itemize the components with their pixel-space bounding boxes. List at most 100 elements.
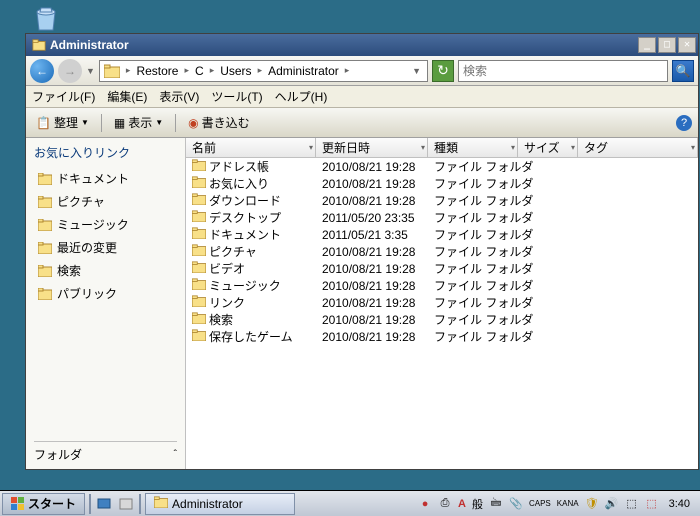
organize-button[interactable]: 📋 整理 ▼ (32, 112, 93, 133)
document-icon (38, 173, 52, 185)
breadcrumb-part[interactable]: Restore (136, 64, 178, 78)
col-name[interactable]: 名前▾ (186, 138, 316, 157)
desktop: Administrator _ □ ✕ ← → ▼ ▸ Restore▸ C▸ … (0, 0, 700, 490)
search-go-button[interactable]: 🔍 (672, 60, 694, 82)
search-input[interactable] (463, 64, 663, 78)
tray-icon[interactable]: 🖮 (489, 497, 503, 511)
tray-icon[interactable]: 📎 (509, 497, 523, 511)
system-tray: ● ⎙ A 般 🖮 📎 CAPS KANA 🛡 🔊 ⬚ ⬚ 3:40 (414, 496, 698, 512)
file-row[interactable]: デスクトップ2011/05/20 23:35ファイル フォルダ (186, 209, 698, 226)
search-box[interactable] (458, 60, 668, 82)
menu-tools[interactable]: ツール(T) (211, 88, 262, 105)
recycle-bin-icon[interactable] (30, 2, 70, 32)
file-row[interactable]: 保存したゲーム2010/08/21 19:28ファイル フォルダ (186, 328, 698, 345)
nav-dropdown-icon[interactable]: ▼ (86, 66, 95, 76)
caps-indicator[interactable]: CAPS (529, 499, 551, 508)
organize-icon: 📋 (36, 116, 51, 130)
quick-launch-desktop[interactable] (95, 495, 113, 513)
music-icon (38, 219, 52, 231)
forward-button[interactable]: → (58, 59, 82, 83)
taskbar-item-explorer[interactable]: Administrator (145, 493, 295, 515)
sidebar-link-search[interactable]: 検索 (34, 259, 177, 282)
burn-button[interactable]: ◉ 書き込む (184, 112, 254, 133)
col-date[interactable]: 更新日時▾ (316, 138, 428, 157)
tray-icon[interactable]: ⎙ (438, 497, 452, 511)
search-icon (38, 265, 52, 277)
refresh-button[interactable]: ↻ (432, 60, 454, 82)
folder-icon (192, 244, 206, 259)
sidebar-link-recent[interactable]: 最近の変更 (34, 236, 177, 259)
folder-icon (154, 496, 168, 511)
sidebar-heading: お気に入りリンク (34, 144, 177, 161)
menubar: ファイル(F) 編集(E) 表示(V) ツール(T) ヘルプ(H) (26, 86, 698, 108)
public-icon (38, 288, 52, 300)
sidebar-link-music[interactable]: ミュージック (34, 213, 177, 236)
file-list: 名前▾ 更新日時▾ 種類▾ サイズ▾ タグ▾ アドレス帳2010/08/21 1… (186, 138, 698, 469)
folder-icon (104, 64, 120, 78)
file-row[interactable]: お気に入り2010/08/21 19:28ファイル フォルダ (186, 175, 698, 192)
ime-mode[interactable]: 般 (472, 496, 483, 512)
menu-view[interactable]: 表示(V) (159, 88, 199, 105)
col-type[interactable]: 種類▾ (428, 138, 518, 157)
clock[interactable]: 3:40 (665, 498, 694, 510)
folder-icon (192, 312, 206, 327)
views-button[interactable]: ▦ 表示 ▼ (110, 112, 167, 133)
titlebar[interactable]: Administrator _ □ ✕ (26, 34, 698, 56)
taskbar: スタート Administrator ● ⎙ A 般 🖮 📎 CAPS KANA… (0, 490, 700, 516)
security-icon[interactable]: 🛡 (585, 497, 599, 511)
sidebar: お気に入りリンク ドキュメントピクチャミュージック最近の変更検索パブリック フォ… (26, 138, 186, 469)
breadcrumb-part[interactable]: C (195, 64, 204, 78)
maximize-button[interactable]: □ (658, 37, 676, 53)
menu-file[interactable]: ファイル(F) (32, 88, 95, 105)
folder-icon (192, 227, 206, 242)
content-area: お気に入りリンク ドキュメントピクチャミュージック最近の変更検索パブリック フォ… (26, 138, 698, 469)
tray-icon[interactable]: ● (418, 497, 432, 511)
folder-icon (192, 295, 206, 310)
help-button[interactable]: ? (676, 115, 692, 131)
sidebar-link-document[interactable]: ドキュメント (34, 167, 177, 190)
file-row[interactable]: ピクチャ2010/08/21 19:28ファイル フォルダ (186, 243, 698, 260)
views-icon: ▦ (114, 116, 125, 130)
folder-icon (192, 159, 206, 174)
minimize-button[interactable]: _ (638, 37, 656, 53)
folder-icon (192, 210, 206, 225)
col-size[interactable]: サイズ▾ (518, 138, 578, 157)
start-button[interactable]: スタート (2, 493, 85, 515)
sidebar-link-public[interactable]: パブリック (34, 282, 177, 305)
col-tags[interactable]: タグ▾ (578, 138, 698, 157)
file-row[interactable]: ミュージック2010/08/21 19:28ファイル フォルダ (186, 277, 698, 294)
file-row[interactable]: ドキュメント2011/05/21 3:35ファイル フォルダ (186, 226, 698, 243)
file-row[interactable]: ビデオ2010/08/21 19:28ファイル フォルダ (186, 260, 698, 277)
windows-flag-icon (11, 497, 25, 511)
file-row[interactable]: アドレス帳2010/08/21 19:28ファイル フォルダ (186, 158, 698, 175)
breadcrumb[interactable]: ▸ Restore▸ C▸ Users▸ Administrator▸ ▼ (99, 60, 428, 82)
back-button[interactable]: ← (30, 59, 54, 83)
folder-icon (192, 329, 206, 344)
network-icon[interactable]: ⬚ (645, 497, 659, 511)
ime-a[interactable]: A (458, 498, 466, 510)
folder-icon (192, 193, 206, 208)
explorer-window: Administrator _ □ ✕ ← → ▼ ▸ Restore▸ C▸ … (25, 33, 699, 470)
nav-toolbar: ← → ▼ ▸ Restore▸ C▸ Users▸ Administrator… (26, 56, 698, 86)
window-icon (32, 38, 46, 52)
menu-help[interactable]: ヘルプ(H) (275, 88, 328, 105)
file-row[interactable]: 検索2010/08/21 19:28ファイル フォルダ (186, 311, 698, 328)
tray-icon[interactable]: ⬚ (625, 497, 639, 511)
breadcrumb-part[interactable]: Users (220, 64, 251, 78)
file-row[interactable]: ダウンロード2010/08/21 19:28ファイル フォルダ (186, 192, 698, 209)
quick-launch-item[interactable] (117, 495, 135, 513)
menu-edit[interactable]: 編集(E) (107, 88, 147, 105)
command-toolbar: 📋 整理 ▼ ▦ 表示 ▼ ◉ 書き込む ? (26, 108, 698, 138)
close-button[interactable]: ✕ (678, 37, 696, 53)
breadcrumb-part[interactable]: Administrator (268, 64, 339, 78)
sidebar-link-pictures[interactable]: ピクチャ (34, 190, 177, 213)
folder-icon (192, 261, 206, 276)
folders-pane-toggle[interactable]: フォルダ ˆ (34, 441, 177, 463)
recent-icon (38, 242, 52, 254)
folder-icon (192, 176, 206, 191)
file-row[interactable]: リンク2010/08/21 19:28ファイル フォルダ (186, 294, 698, 311)
window-title: Administrator (50, 38, 129, 52)
kana-indicator[interactable]: KANA (557, 499, 579, 508)
volume-icon[interactable]: 🔊 (605, 497, 619, 511)
column-headers: 名前▾ 更新日時▾ 種類▾ サイズ▾ タグ▾ (186, 138, 698, 158)
